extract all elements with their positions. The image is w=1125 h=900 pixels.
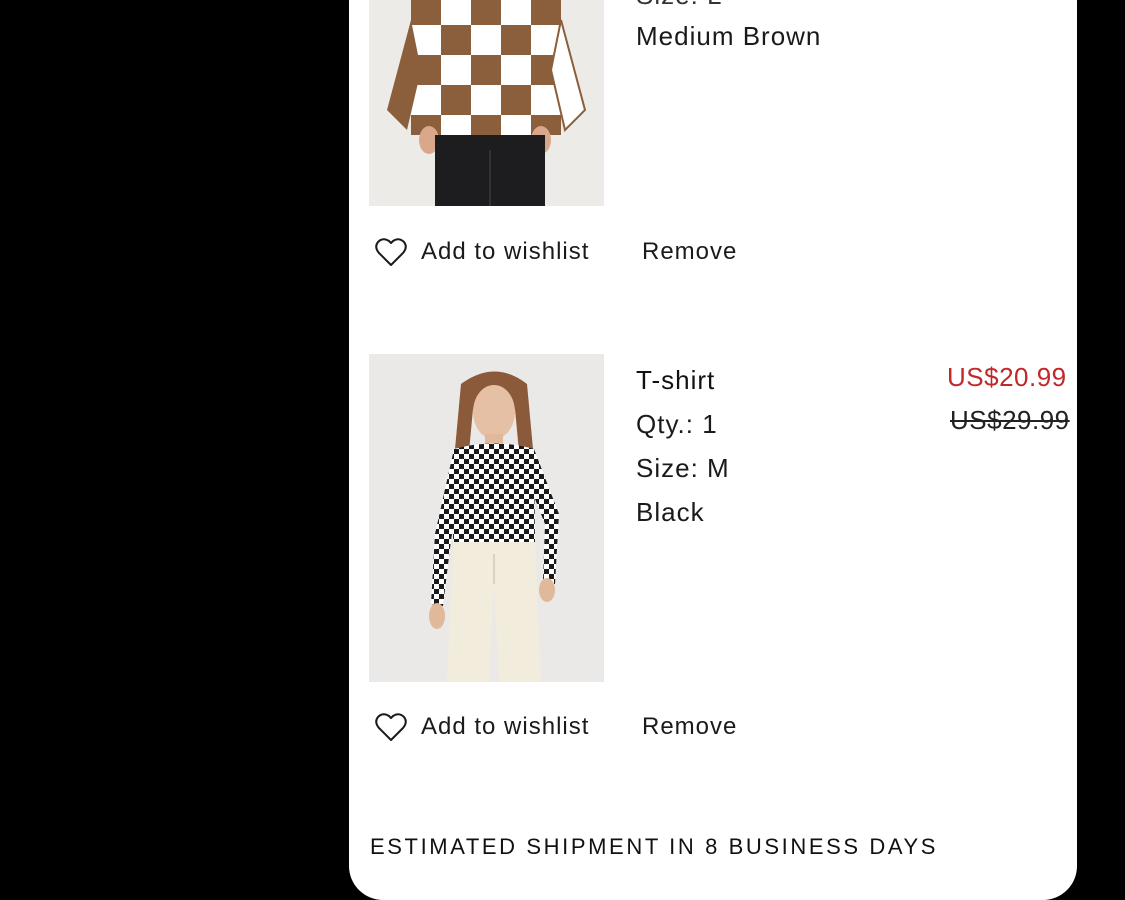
heart-outline-icon: [375, 238, 407, 266]
item-color: Medium Brown: [636, 21, 822, 51]
remove-button[interactable]: Remove: [642, 238, 737, 266]
sale-price: US$20.99: [947, 362, 1067, 392]
item-name[interactable]: T-shirt: [636, 365, 715, 395]
original-price: US$29.99: [950, 405, 1070, 435]
item-size-partial: Size: L: [636, 0, 723, 10]
wishlist-label: Add to wishlist: [421, 713, 590, 740]
shipment-estimate: ESTIMATED SHIPMENT IN 8 BUSINESS DAYS: [370, 834, 939, 859]
item-quantity: Qty.: 1: [636, 409, 718, 439]
add-to-wishlist-button[interactable]: Add to wishlist: [375, 712, 589, 742]
heart-outline-icon: [375, 713, 407, 741]
product-image-tshirt[interactable]: [369, 354, 604, 682]
wishlist-label: Add to wishlist: [421, 238, 590, 265]
add-to-wishlist-button[interactable]: Add to wishlist: [375, 237, 589, 267]
product-image-sweater[interactable]: [369, 0, 604, 206]
cart-panel: Size: L Medium Brown Add to wishlist Rem…: [349, 0, 1077, 900]
item-size: Size: M: [636, 453, 730, 483]
remove-button[interactable]: Remove: [642, 713, 737, 741]
item-color: Black: [636, 497, 705, 527]
